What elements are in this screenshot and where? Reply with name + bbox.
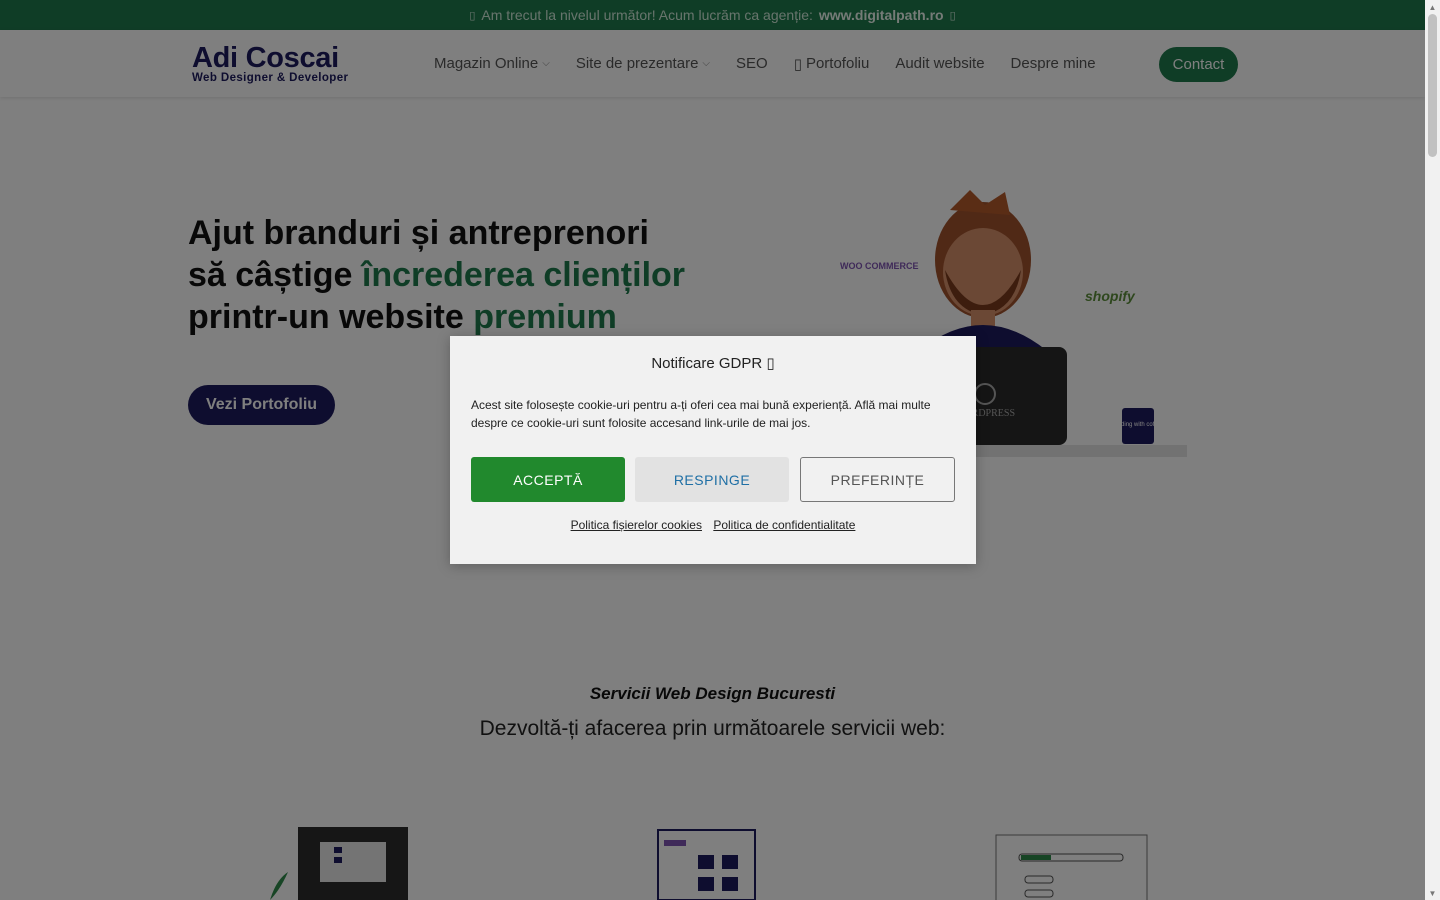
page-scrollbar[interactable]: ▲ ▼: [1425, 0, 1440, 900]
gdpr-dialog: Notificare GDPR ▯ Acest site folosește c…: [450, 336, 976, 564]
accept-button[interactable]: ACCEPTĂ: [471, 457, 625, 502]
privacy-policy-link[interactable]: Politica de confidentialitate: [713, 518, 855, 532]
gdpr-title: Notificare GDPR ▯: [450, 354, 976, 372]
scroll-up-icon[interactable]: ▲: [1425, 0, 1440, 14]
gdpr-links: Politica fișierelor cookies Politica de …: [450, 518, 976, 532]
glyph-icon: ▯: [766, 355, 775, 372]
preferences-button[interactable]: PREFERINȚE: [800, 457, 955, 502]
gdpr-title-text: Notificare GDPR: [651, 355, 763, 372]
scroll-down-icon[interactable]: ▼: [1425, 886, 1440, 900]
reject-button[interactable]: RESPINGE: [635, 457, 789, 502]
scrollbar-thumb[interactable]: [1428, 14, 1437, 157]
cookie-policy-link[interactable]: Politica fișierelor cookies: [571, 518, 702, 532]
gdpr-message: Acest site folosește cookie-uri pentru a…: [471, 398, 931, 430]
